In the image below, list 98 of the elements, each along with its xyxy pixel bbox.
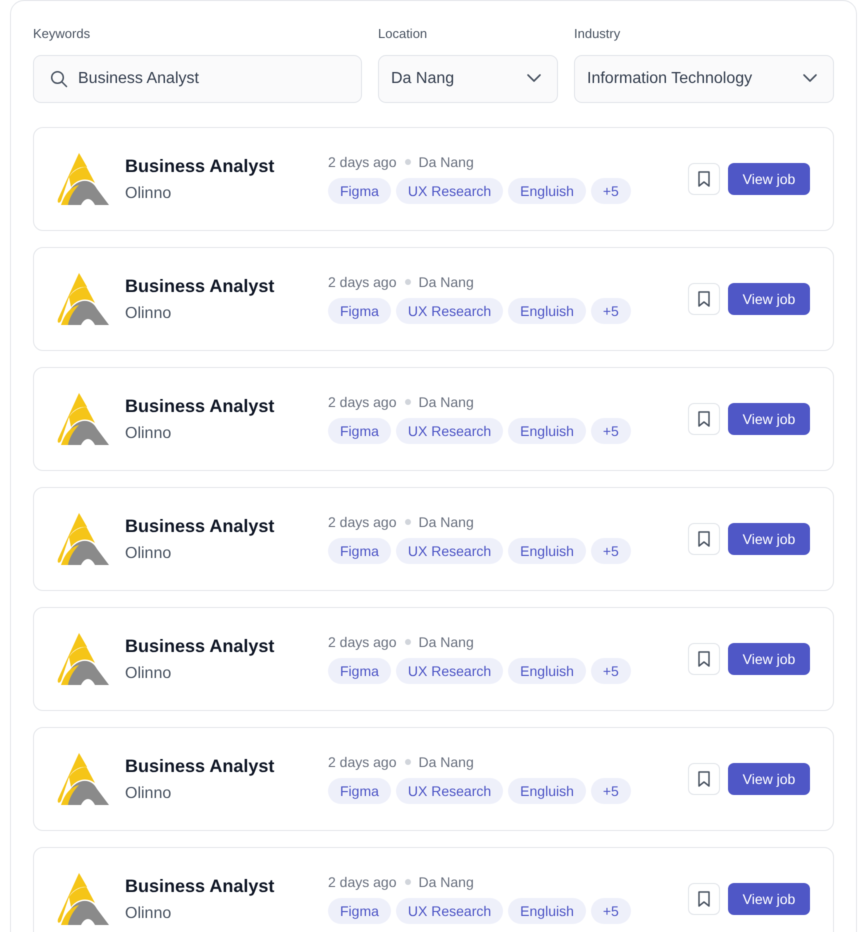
job-title: Business Analyst: [125, 636, 276, 656]
posted-time: 2 days ago: [328, 394, 396, 410]
separator-dot: [404, 279, 410, 285]
separator-dot: [404, 519, 410, 525]
posted-time: 2 days ago: [328, 154, 396, 170]
company-name: Olinno: [125, 184, 172, 202]
job-location: Da Nang: [418, 394, 474, 410]
skill-tag: +5: [590, 658, 631, 684]
bookmark-icon: [697, 651, 711, 667]
bookmark-icon: [697, 771, 711, 787]
skill-tag: Engluish: [508, 898, 586, 924]
job-title: Business Analyst: [125, 396, 276, 416]
search-field[interactable]: Business Analyst: [33, 55, 362, 103]
skill-tag: Engluish: [508, 538, 586, 564]
company-logo-icon: [57, 753, 109, 805]
skill-tag: Figma: [328, 538, 391, 564]
bookmark-icon: [697, 411, 711, 427]
company-logo-icon: [57, 153, 109, 205]
company-logo-icon: [57, 273, 109, 325]
skill-tag: Figma: [328, 778, 391, 804]
location-dropdown[interactable]: Da Nang: [378, 55, 558, 103]
bookmark-icon: [697, 531, 711, 547]
view-job-button[interactable]: View job: [728, 283, 810, 315]
company-name: Olinno: [125, 904, 172, 922]
skill-tag: UX Research: [396, 778, 504, 804]
skill-tag: UX Research: [396, 178, 504, 204]
skill-tag: Engluish: [508, 658, 586, 684]
job-title: Business Analyst: [125, 516, 276, 536]
company-logo-icon: [57, 513, 109, 565]
posted-time: 2 days ago: [328, 514, 396, 530]
skill-tag: +5: [590, 298, 631, 324]
company-name: Olinno: [125, 664, 172, 682]
field-label: Industry: [574, 25, 622, 43]
job-title: Business Analyst: [125, 876, 276, 896]
job-location: Da Nang: [418, 154, 474, 170]
company-logo-icon: [57, 393, 109, 445]
posted-time: 2 days ago: [328, 874, 396, 890]
skill-tag: +5: [590, 538, 631, 564]
view-job-button[interactable]: View job: [728, 403, 810, 435]
job-location: Da Nang: [418, 754, 474, 770]
separator-dot: [404, 159, 410, 165]
skill-tag: Figma: [328, 418, 391, 444]
skill-tag: UX Research: [396, 298, 504, 324]
separator-dot: [404, 759, 410, 765]
skill-tag: Figma: [328, 298, 391, 324]
industry-dropdown[interactable]: Information Technology: [574, 55, 834, 103]
company-logo-icon: [57, 873, 109, 925]
skill-tag: +5: [590, 778, 631, 804]
company-name: Olinno: [125, 784, 172, 802]
posted-time: 2 days ago: [328, 754, 396, 770]
skill-tag: UX Research: [396, 898, 504, 924]
posted-time: 2 days ago: [328, 634, 396, 650]
skill-tag: Figma: [328, 898, 391, 924]
skill-tag: +5: [590, 418, 631, 444]
bookmark-icon: [697, 291, 711, 307]
skill-tag: Figma: [328, 178, 391, 204]
skill-tag: Figma: [328, 658, 391, 684]
job-title: Business Analyst: [125, 156, 276, 176]
skill-tag: UX Research: [396, 538, 504, 564]
job-title: Business Analyst: [125, 756, 276, 776]
field-label: Keywords: [33, 25, 92, 43]
job-location: Da Nang: [418, 634, 474, 650]
bookmark-icon: [697, 171, 711, 187]
skill-tag: +5: [590, 898, 631, 924]
bookmark-button[interactable]: [688, 523, 720, 555]
view-job-button[interactable]: View job: [728, 643, 810, 675]
separator-dot: [404, 399, 410, 405]
skill-tag: Engluish: [508, 418, 586, 444]
skill-tag: +5: [590, 178, 631, 204]
bookmark-button[interactable]: [688, 643, 720, 675]
company-name: Olinno: [125, 304, 172, 322]
job-location: Da Nang: [418, 874, 474, 890]
bookmark-button[interactable]: [688, 883, 720, 915]
skill-tag: Engluish: [508, 298, 586, 324]
skill-tag: Engluish: [508, 178, 586, 204]
company-logo-icon: [57, 633, 109, 685]
job-title: Business Analyst: [125, 276, 276, 296]
view-job-button[interactable]: View job: [728, 163, 810, 195]
field-label: Location: [378, 25, 428, 43]
bookmark-button[interactable]: [688, 283, 720, 315]
separator-dot: [404, 879, 410, 885]
skill-tag: UX Research: [396, 658, 504, 684]
company-name: Olinno: [125, 424, 172, 442]
company-name: Olinno: [125, 544, 172, 562]
view-job-button[interactable]: View job: [728, 763, 810, 795]
separator-dot: [404, 639, 410, 645]
bookmark-button[interactable]: [688, 403, 720, 435]
view-job-button[interactable]: View job: [728, 883, 810, 915]
job-location: Da Nang: [418, 514, 474, 530]
skill-tag: UX Research: [396, 418, 504, 444]
search-icon: [50, 70, 68, 88]
skill-tag: Engluish: [508, 778, 586, 804]
bookmark-button[interactable]: [688, 763, 720, 795]
view-job-button[interactable]: View job: [728, 523, 810, 555]
job-location: Da Nang: [418, 274, 474, 290]
bookmark-icon: [697, 891, 711, 907]
posted-time: 2 days ago: [328, 274, 396, 290]
bookmark-button[interactable]: [688, 163, 720, 195]
